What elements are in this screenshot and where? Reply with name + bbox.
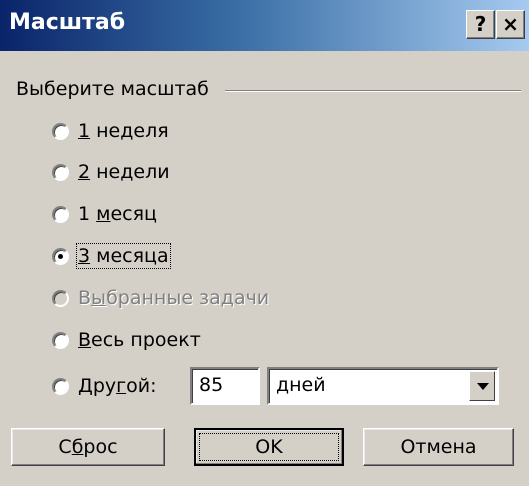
radio-label: 3 месяца xyxy=(76,243,171,269)
radio-option-whole-project[interactable]: Весь проект xyxy=(52,327,201,353)
scale-dialog: Масштаб ? × Выберите масштаб 1 неделя 2 … xyxy=(0,0,529,486)
radio-button[interactable] xyxy=(52,205,69,223)
radio-option-1-week[interactable]: 1 неделя xyxy=(52,118,169,144)
group-divider xyxy=(225,90,521,92)
reset-button[interactable]: Сброс xyxy=(11,428,165,466)
radio-button[interactable] xyxy=(52,377,69,395)
radio-option-3-months[interactable]: 3 месяца xyxy=(52,243,171,269)
dialog-title: Масштаб xyxy=(9,10,126,35)
radio-option-1-month[interactable]: 1 месяц xyxy=(52,201,157,227)
unit-select[interactable]: дней xyxy=(267,367,499,405)
radio-label: 1 неделя xyxy=(78,120,169,142)
radio-label: Другой: xyxy=(78,375,157,397)
help-button[interactable]: ? xyxy=(466,10,495,39)
radio-button[interactable] xyxy=(52,122,69,140)
radio-button[interactable] xyxy=(52,331,69,349)
radio-button-checked[interactable] xyxy=(52,247,69,265)
close-button[interactable]: × xyxy=(496,10,525,39)
radio-option-2-weeks[interactable]: 2 недели xyxy=(52,159,170,185)
group-label: Выберите масштаб xyxy=(16,78,215,100)
ok-button[interactable]: OK xyxy=(194,428,344,466)
custom-value-input[interactable]: 85 xyxy=(190,367,260,405)
radio-label: 2 недели xyxy=(78,161,170,183)
title-bar: Масштаб ? × xyxy=(0,0,529,51)
chevron-down-icon[interactable] xyxy=(469,371,495,401)
unit-select-value: дней xyxy=(276,374,326,396)
radio-button-disabled xyxy=(52,289,69,307)
cancel-button[interactable]: Отмена xyxy=(363,428,514,466)
radio-option-selected-tasks: Выбранные задачи xyxy=(52,285,269,311)
radio-label: 1 месяц xyxy=(78,203,157,225)
radio-label: Выбранные задачи xyxy=(78,287,270,309)
radio-option-other[interactable]: Другой: xyxy=(52,373,157,399)
radio-label: Весь проект xyxy=(78,329,201,351)
radio-button[interactable] xyxy=(52,163,69,181)
